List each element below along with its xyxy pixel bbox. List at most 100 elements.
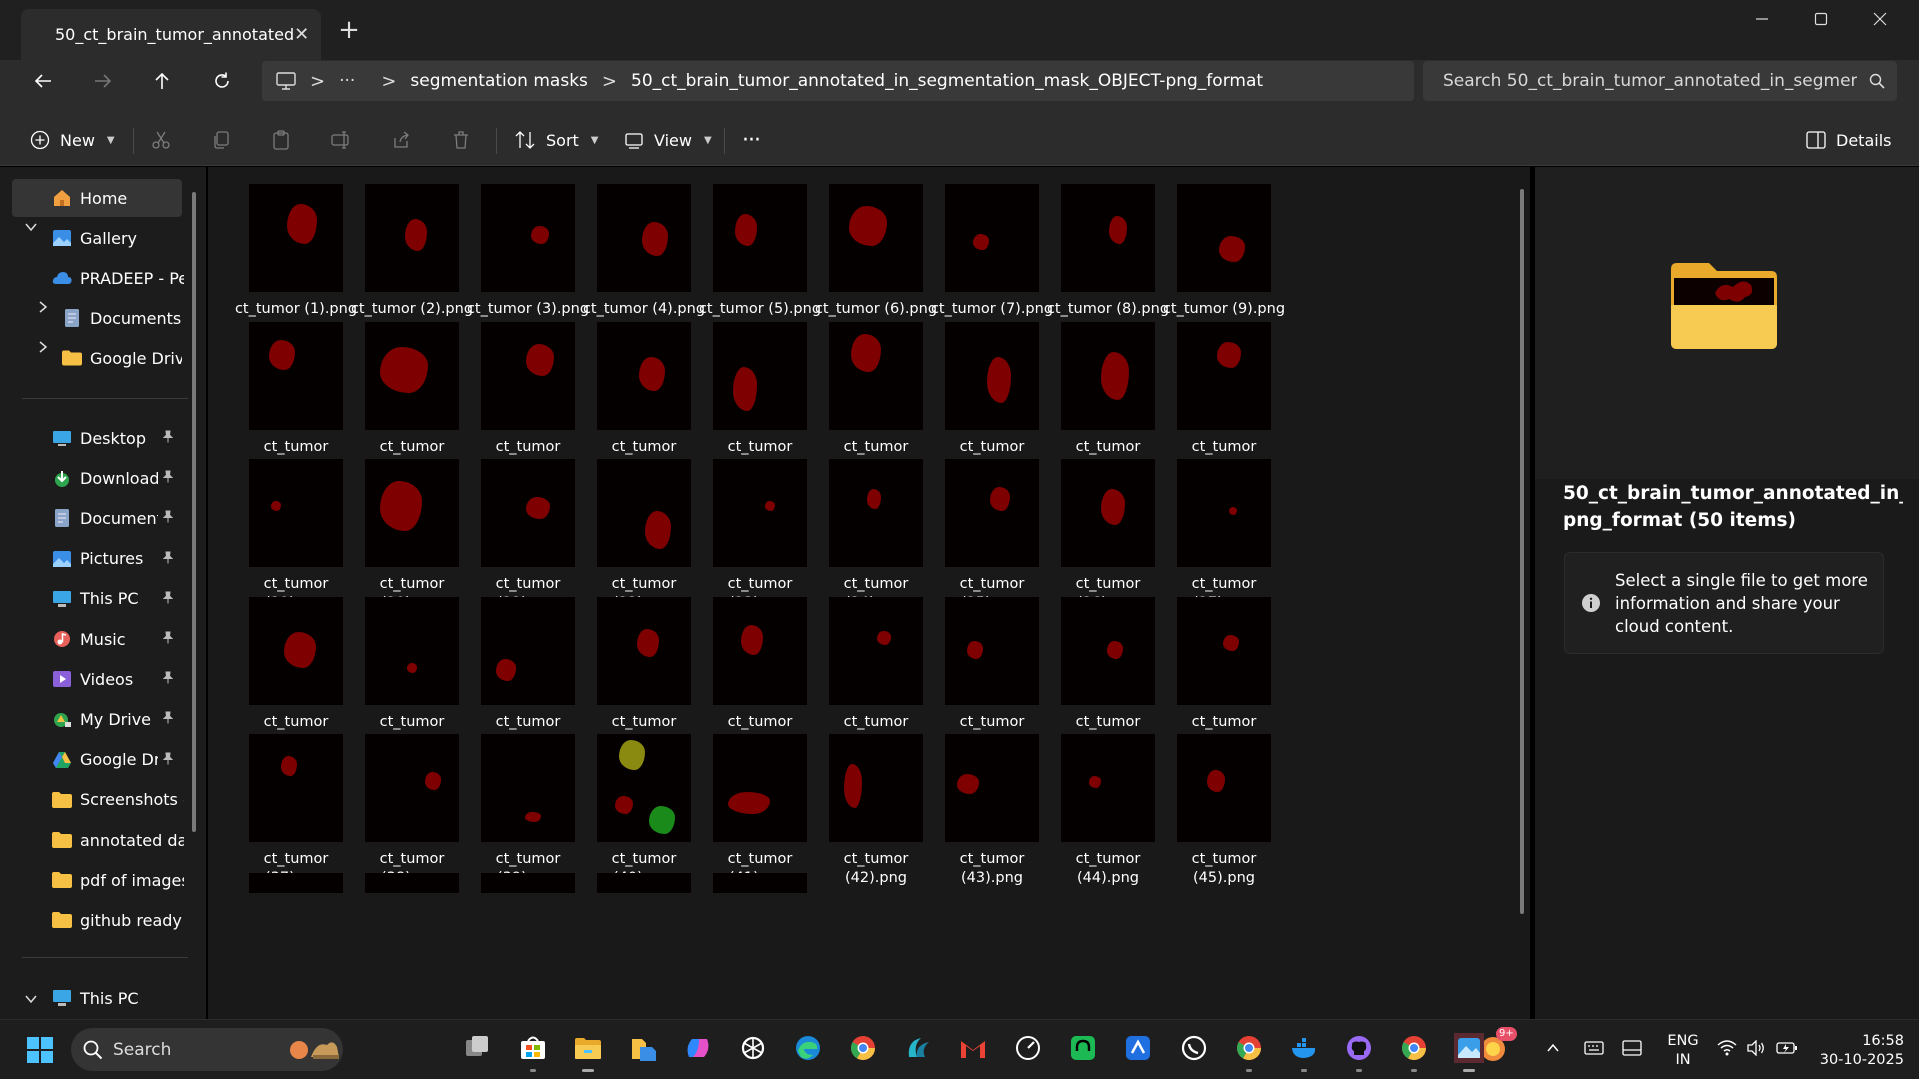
- breadcrumb-more[interactable]: ···: [339, 71, 355, 91]
- whatsapp-icon[interactable]: [1179, 1033, 1209, 1063]
- file-item[interactable]: ct_tumor(20).png: [348, 459, 476, 619]
- nav-quick-desktop[interactable]: Desktop: [12, 419, 158, 457]
- file-item[interactable]: ct_tumor (45).png: [1160, 734, 1288, 894]
- back-button[interactable]: [23, 61, 63, 101]
- file-item[interactable]: ct_tumor(25).png: [928, 459, 1056, 619]
- breadcrumb-segmentation-masks[interactable]: segmentation masks: [410, 71, 588, 91]
- file-item[interactable]: ct_tumor (44).png: [1044, 734, 1172, 894]
- task-view-icon[interactable]: [463, 1033, 493, 1063]
- tab-close-button[interactable]: ✕: [294, 24, 309, 45]
- cut-button[interactable]: [151, 114, 171, 166]
- microsoft-store-icon[interactable]: [518, 1033, 548, 1072]
- file-item[interactable]: ct_tumor(34).png: [928, 596, 1056, 757]
- share-button[interactable]: [391, 114, 411, 166]
- search-input[interactable]: Search 50_ct_brain_tumor_annotated_in_se…: [1423, 61, 1897, 101]
- copilot-icon[interactable]: [683, 1033, 713, 1063]
- flow-app-icon[interactable]: [1123, 1033, 1153, 1063]
- file-item[interactable]: ct_tumor(31).png: [580, 596, 708, 757]
- show-hidden-icons-button[interactable]: [1538, 1033, 1568, 1063]
- nav-scrollbar[interactable]: [192, 192, 196, 832]
- start-button[interactable]: [25, 1035, 55, 1065]
- file-item[interactable]: ct_tumor(36).png: [1160, 596, 1288, 757]
- file-item[interactable]: ct_tumor(41).png: [696, 734, 824, 894]
- headset-app-icon[interactable]: [1068, 1033, 1098, 1063]
- nav-quick-screenshots-data[interactable]: Screenshots data: [12, 781, 184, 819]
- edge-icon[interactable]: [793, 1033, 823, 1063]
- file-item[interactable]: ct_tumor(10).png: [232, 321, 360, 482]
- paste-button[interactable]: [271, 114, 291, 166]
- rename-button[interactable]: [331, 114, 351, 166]
- file-item[interactable]: ct_tumor(16).png: [928, 321, 1056, 482]
- file-item[interactable]: ct_tumor (1).png: [232, 184, 360, 344]
- file-item[interactable]: ct_tumor(39).png: [464, 734, 592, 894]
- file-item[interactable]: ct_tumor (8).png: [1044, 184, 1172, 344]
- minimize-button[interactable]: [1747, 10, 1777, 32]
- nav-quick-pdf-of-images[interactable]: pdf of images: [12, 861, 184, 899]
- file-item[interactable]: ct_tumor(24).png: [812, 459, 940, 619]
- docker-icon[interactable]: [1289, 1033, 1319, 1072]
- gmail-icon[interactable]: [958, 1033, 988, 1063]
- file-item[interactable]: ct_tumor(13).png: [580, 321, 708, 482]
- file-item[interactable]: ct_tumor (42).png: [812, 734, 940, 894]
- nav-quick-github-ready-an[interactable]: github ready an: [12, 901, 184, 939]
- file-item[interactable]: ct_tumor (6).png: [812, 184, 940, 344]
- file-item[interactable]: ct_tumor(38).png: [348, 734, 476, 894]
- file-item[interactable]: ct_tumor (43).png: [928, 734, 1056, 894]
- file-item[interactable]: ct_tumor(27).png: [1160, 459, 1288, 619]
- file-thumbnail[interactable]: [597, 872, 691, 893]
- new-button[interactable]: New ▼: [30, 114, 115, 166]
- file-item[interactable]: ct_tumor (3).png: [464, 184, 592, 344]
- clock[interactable]: 16:58 30-10-2025: [1812, 1032, 1904, 1070]
- close-window-button[interactable]: [1865, 10, 1895, 32]
- nav-quick-videos[interactable]: Videos: [12, 660, 158, 698]
- up-button[interactable]: [142, 61, 182, 101]
- file-item[interactable]: ct_tumor(29).png: [348, 596, 476, 757]
- keyboard-icon[interactable]: [1579, 1033, 1609, 1063]
- file-item[interactable]: ct_tumor(14).png: [696, 321, 824, 482]
- taskbar-search[interactable]: Search: [71, 1028, 343, 1071]
- nav-quick-this-pc[interactable]: This PC: [12, 580, 158, 618]
- file-thumbnail[interactable]: [481, 872, 575, 893]
- nav-quick-google-drive[interactable]: Google Drive: [12, 741, 158, 779]
- forward-button[interactable]: [83, 61, 123, 101]
- refresh-button[interactable]: [202, 61, 242, 101]
- nav-onedrive-google-drive[interactable]: Google Drive: [12, 339, 182, 377]
- details-button[interactable]: Details: [1806, 114, 1891, 166]
- file-item[interactable]: ct_tumor(30).png: [464, 596, 592, 757]
- file-item[interactable]: ct_tumor(15).png: [812, 321, 940, 482]
- breadcrumb-current-folder[interactable]: 50_ct_brain_tumor_annotated_in_segmentat…: [631, 71, 1263, 91]
- file-item[interactable]: ct_tumor(17).png: [1044, 321, 1172, 482]
- nav-quick-documents[interactable]: Documents: [12, 499, 158, 537]
- github-icon[interactable]: [1344, 1033, 1374, 1072]
- file-item[interactable]: ct_tumor(18).png: [1160, 321, 1288, 482]
- file-item[interactable]: ct_tumor(40).png: [580, 734, 708, 894]
- app-wave-icon[interactable]: [903, 1033, 933, 1063]
- tab-active[interactable]: 50_ct_brain_tumor_annotated ✕: [21, 9, 321, 60]
- nav-this-pc[interactable]: This PC: [12, 979, 182, 1017]
- sort-button[interactable]: Sort ▼: [514, 114, 599, 166]
- file-item[interactable]: ct_tumor(23).png: [696, 459, 824, 619]
- file-item[interactable]: ct_tumor(21).png: [464, 459, 592, 619]
- file-item[interactable]: ct_tumor (7).png: [928, 184, 1056, 344]
- speedometer-icon[interactable]: [1013, 1033, 1043, 1063]
- more-options-button[interactable]: ···: [742, 114, 761, 166]
- nav-home[interactable]: Home: [12, 179, 182, 217]
- file-item[interactable]: ct_tumor(33).png: [812, 596, 940, 757]
- file-item[interactable]: ct_tumor (2).png: [348, 184, 476, 344]
- file-thumbnail[interactable]: [249, 872, 343, 893]
- view-button[interactable]: View ▼: [624, 114, 712, 166]
- file-item[interactable]: ct_tumor(26).png: [1044, 459, 1172, 619]
- language-indicator[interactable]: ENG IN: [1665, 1032, 1701, 1070]
- file-item[interactable]: ct_tumor(19).png: [232, 459, 360, 619]
- file-item[interactable]: ct_tumor(37).png: [232, 734, 360, 894]
- delete-button[interactable]: [451, 114, 471, 166]
- nav-quick-downloads[interactable]: Downloads: [12, 459, 158, 497]
- nav-quick-annotated-data[interactable]: annotated data: [12, 821, 184, 859]
- file-thumbnail[interactable]: [365, 872, 459, 893]
- copy-button[interactable]: [211, 114, 231, 166]
- nav-onedrive[interactable]: PRADEEP - Perso: [12, 259, 184, 297]
- photos-app-icon[interactable]: [1453, 1033, 1484, 1072]
- file-item[interactable]: ct_tumor(22).png: [580, 459, 708, 619]
- address-bar[interactable]: > ··· > segmentation masks > 50_ct_brain…: [262, 61, 1414, 101]
- display-icon[interactable]: [1617, 1033, 1647, 1063]
